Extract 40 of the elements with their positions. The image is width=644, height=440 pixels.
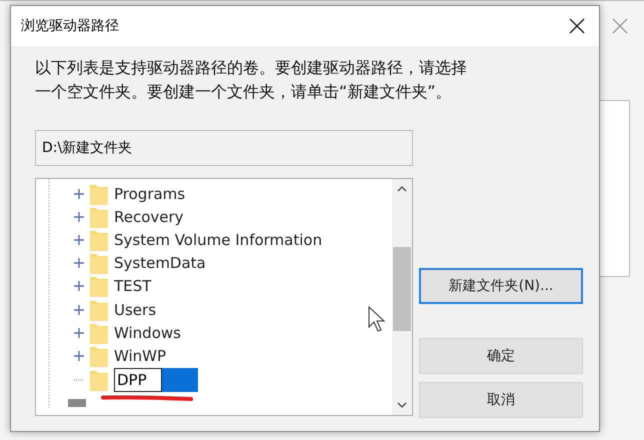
expand-icon[interactable] — [74, 351, 84, 362]
scroll-thumb[interactable] — [393, 247, 411, 331]
rename-field[interactable]: DPP — [114, 368, 162, 392]
folder-name[interactable]: WinWP — [114, 347, 166, 366]
description-text: 以下列表是支持驱动器路径的卷。要创建驱动器路径，请选择一个空文件夹。要创建一个文件夹，请单击“新建文件夹”。 — [35, 57, 468, 103]
drive-icon — [68, 399, 86, 408]
folder-name[interactable]: Recovery — [114, 208, 184, 226]
expand-icon[interactable] — [74, 258, 84, 268]
dialog-button[interactable]: 确定 — [419, 338, 583, 374]
folder-icon — [90, 229, 108, 252]
expand-icon[interactable] — [74, 281, 84, 292]
folder-icon — [90, 368, 108, 391]
mouse-cursor-icon — [368, 306, 386, 332]
folder-icon — [90, 345, 108, 368]
folder-icon — [90, 298, 108, 321]
folder-name[interactable]: Users — [114, 300, 156, 319]
folder-name[interactable]: SystemData — [114, 254, 206, 272]
folder-name[interactable]: System Volume Information — [114, 231, 322, 250]
expand-icon[interactable] — [74, 304, 84, 315]
expand-icon[interactable] — [74, 328, 84, 338]
expand-icon[interactable] — [74, 188, 84, 199]
folder-icon — [90, 252, 108, 274]
dialog-button[interactable]: 取消 — [419, 382, 583, 418]
selection-highlight — [162, 368, 198, 392]
window-title: 浏览驱动器路径 — [21, 17, 119, 35]
expand-icon[interactable] — [74, 212, 84, 222]
path-field[interactable]: D:\新建文件夹 — [35, 130, 413, 166]
scroll-up-icon[interactable] — [397, 185, 407, 193]
dialog-button[interactable]: 新建文件夹(N)... — [419, 268, 583, 304]
folder-icon — [90, 275, 108, 298]
folder-icon — [90, 206, 108, 228]
folder-icon — [90, 182, 108, 205]
scroll-down-icon[interactable] — [397, 401, 407, 409]
folder-name[interactable]: TEST — [114, 277, 152, 296]
folder-name[interactable]: Windows — [114, 324, 181, 342]
scrollbar[interactable] — [392, 179, 412, 415]
expand-icon[interactable] — [74, 235, 84, 246]
folder-icon — [90, 322, 108, 344]
close-icon[interactable] — [569, 18, 585, 34]
folder-name[interactable]: Programs — [114, 184, 186, 203]
